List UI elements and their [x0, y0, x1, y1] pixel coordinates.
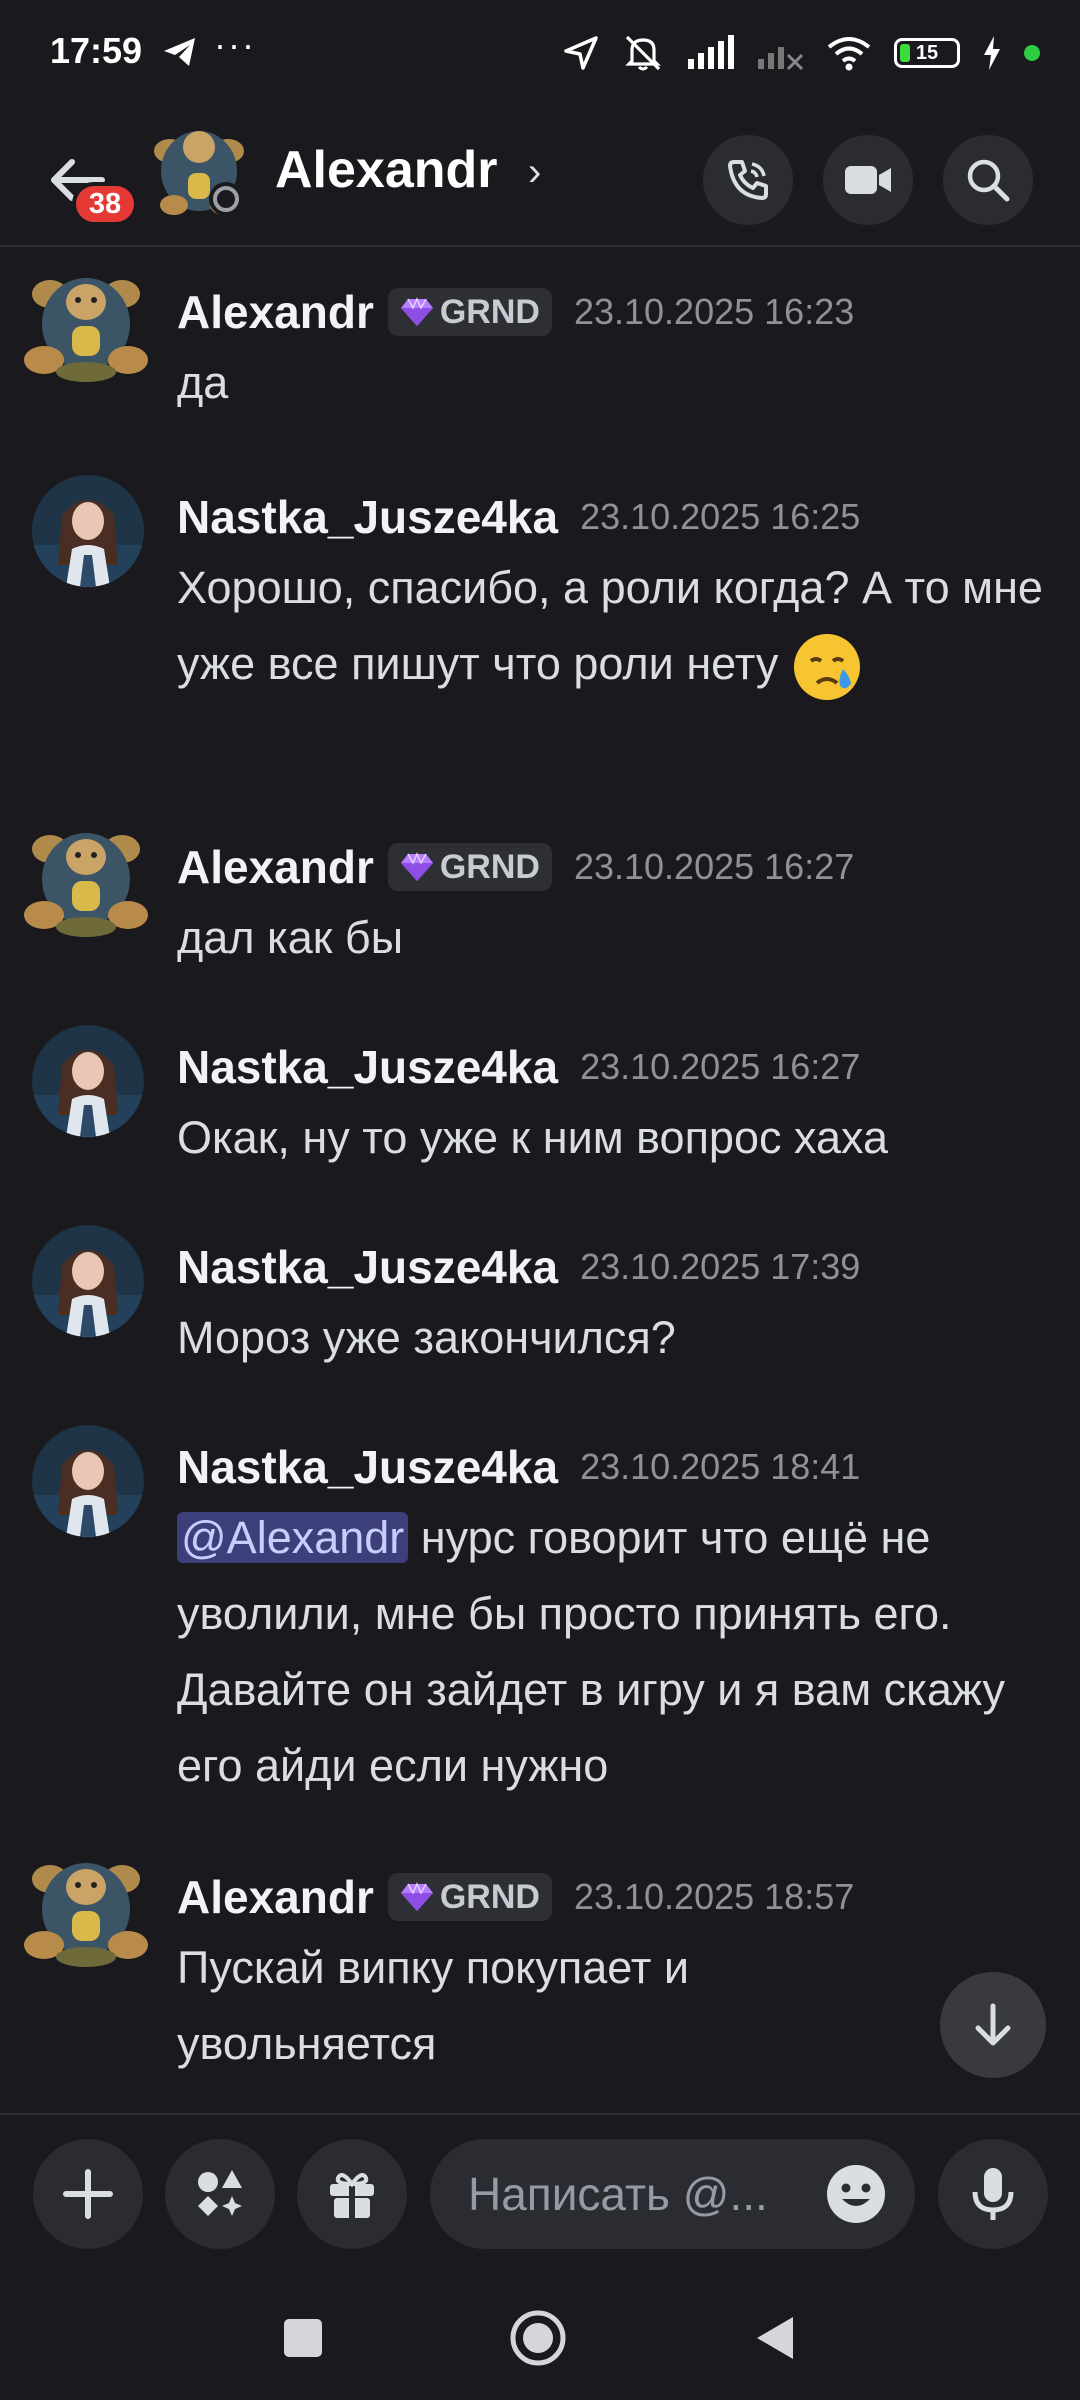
message-timestamp: 23.10.2025 17:39 — [580, 1246, 861, 1287]
message-author[interactable]: Nastka_Jusze4ka — [177, 1440, 558, 1494]
home-button[interactable] — [503, 2303, 573, 2373]
message-input-wrapper[interactable] — [430, 2139, 915, 2249]
message-timestamp: 23.10.2025 16:27 — [580, 1046, 861, 1087]
message-timestamp: 23.10.2025 16:23 — [573, 291, 855, 332]
gem-icon — [400, 297, 434, 327]
message-text: @Alexandr нурс говорит что ещё не уволил… — [177, 1500, 1057, 1804]
arrow-down-icon — [975, 2003, 1011, 2046]
message-text: да — [177, 357, 229, 408]
search-icon — [967, 159, 1010, 202]
battery-icon: 15 — [894, 38, 960, 68]
message-author[interactable]: Alexandr — [177, 840, 374, 894]
message-text: Окак, ну то уже к ним вопрос хаха — [177, 1112, 889, 1163]
message-author[interactable]: Alexandr — [177, 285, 374, 339]
charging-icon — [984, 36, 1000, 70]
unread-badge: 38 — [72, 182, 138, 226]
avatar[interactable] — [32, 1225, 144, 1337]
voice-message-button[interactable] — [938, 2139, 1048, 2249]
apps-button[interactable] — [165, 2139, 275, 2249]
message-timestamp: 23.10.2025 16:25 — [580, 496, 861, 537]
gem-icon — [400, 852, 434, 882]
plus-icon — [63, 2169, 113, 2219]
video-call-icon — [845, 166, 891, 194]
message-input[interactable] — [466, 2166, 810, 2222]
message-composer — [0, 2113, 1080, 2275]
avatar[interactable] — [32, 475, 144, 587]
gift-button[interactable] — [297, 2139, 407, 2249]
gift-icon — [330, 2173, 374, 2218]
emoji-icon[interactable] — [825, 2163, 887, 2225]
system-nav-bar — [0, 2273, 1080, 2400]
message-timestamp: 23.10.2025 16:27 — [573, 846, 855, 887]
guild-tag-label: GRND — [439, 847, 540, 886]
triangle-back-icon — [757, 2317, 793, 2359]
avatar[interactable] — [32, 1425, 144, 1537]
search-button[interactable] — [943, 135, 1033, 225]
signal-off-icon — [758, 47, 804, 71]
message-author[interactable]: Nastka_Jusze4ka — [177, 1040, 558, 1094]
guild-tag-label: GRND — [439, 1877, 540, 1916]
dot-indicator — [1024, 45, 1040, 61]
message-list[interactable]: Alexandr GRND 23.10.2025 16:23 да Nastka… — [0, 250, 1080, 2110]
recents-button[interactable] — [268, 2303, 338, 2373]
voice-call-button[interactable] — [703, 135, 793, 225]
guild-tag[interactable]: GRND — [387, 288, 552, 336]
avatar[interactable] — [22, 1847, 150, 1975]
guild-tag-label: GRND — [439, 292, 540, 331]
mute-icon — [625, 35, 661, 71]
status-bar: 17:59 ··· 15 — [0, 0, 1080, 110]
message-author[interactable]: Nastka_Jusze4ka — [177, 1240, 558, 1294]
message-author[interactable]: Nastka_Jusze4ka — [177, 490, 558, 544]
avatar[interactable] — [22, 817, 150, 945]
square-icon — [284, 2319, 322, 2357]
message-timestamp: 23.10.2025 18:57 — [573, 1876, 855, 1917]
voice-call-icon — [728, 160, 768, 200]
attach-button[interactable] — [33, 2139, 143, 2249]
gem-icon — [400, 1882, 434, 1912]
more-notifications-icon: ··· — [214, 24, 256, 65]
message-text: Мороз уже закончился? — [177, 1312, 676, 1363]
location-icon — [564, 36, 598, 70]
page-title[interactable]: Alexandr — [275, 140, 498, 200]
avatar[interactable] — [144, 115, 254, 225]
wifi-icon — [827, 37, 871, 71]
status-time: 17:59 — [50, 30, 143, 71]
message-text: дал как бы — [177, 912, 404, 963]
home-circle-icon — [510, 2310, 566, 2366]
crying-face-emoji-icon — [793, 634, 860, 701]
signal-icon — [688, 35, 734, 69]
microphone-icon — [972, 2168, 1014, 2220]
message-text-body: Хорошо, спасибо, а роли когда? А то мне … — [177, 562, 1043, 689]
guild-tag[interactable]: GRND — [387, 1873, 552, 1921]
jump-to-bottom-button[interactable] — [940, 1972, 1046, 2078]
battery-level: 15 — [915, 41, 939, 64]
guild-tag[interactable]: GRND — [387, 843, 552, 891]
avatar[interactable] — [22, 262, 150, 390]
video-call-button[interactable] — [823, 135, 913, 225]
chevron-right-icon[interactable]: › — [528, 150, 541, 195]
message-text: Хорошо, спасибо, а роли когда? А то мне … — [177, 550, 1057, 703]
back-nav-button[interactable] — [740, 2303, 810, 2373]
channel-header: 38 Alexandr › — [0, 115, 1080, 247]
telegram-icon — [164, 38, 195, 66]
message-author[interactable]: Alexandr — [177, 1870, 374, 1924]
apps-icon — [198, 2170, 242, 2216]
message-timestamp: 23.10.2025 18:41 — [580, 1446, 861, 1487]
user-mention[interactable]: @Alexandr — [177, 1512, 409, 1563]
avatar[interactable] — [32, 1025, 144, 1137]
message-text: Пускай випку покупает и увольняется — [177, 1942, 690, 2069]
